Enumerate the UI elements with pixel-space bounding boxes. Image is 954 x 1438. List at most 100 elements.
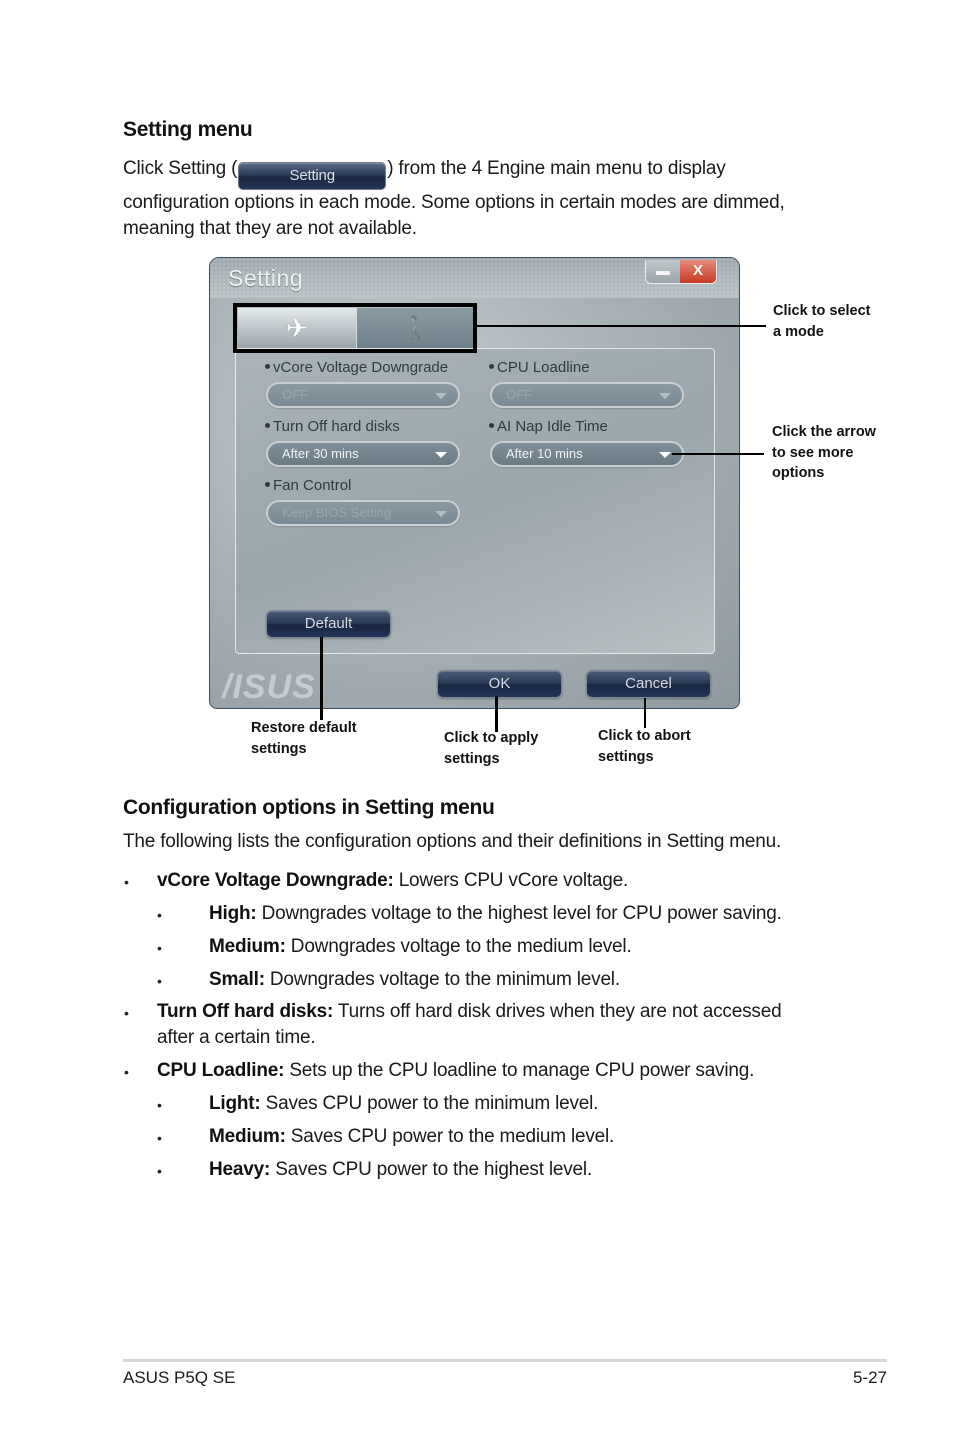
sub-item-medium: Medium: Downgrades voltage to the medium… (209, 934, 632, 960)
list-item-term: Medium: (209, 1126, 286, 1147)
setting-button-illustration: Setting (238, 162, 387, 190)
cancel-button[interactable]: Cancel (586, 670, 711, 698)
bullet-icon: • (157, 973, 162, 989)
option-label-text: AI Nap Idle Time (497, 418, 608, 435)
intro-text-before: Click Setting ( (123, 158, 238, 179)
dropdown-arrow-icon[interactable] (659, 393, 671, 399)
ok-button[interactable]: OK (437, 670, 562, 698)
callout-line-ok (495, 696, 498, 732)
callout-text: a mode (773, 323, 824, 340)
intro-line-3: meaning that they are not available. (123, 218, 417, 239)
section2-intro: The following lists the configuration op… (123, 831, 782, 852)
option-label-vcore: vCore Voltage Downgrade (265, 359, 448, 376)
option-label-cpu-loadline: CPU Loadline (489, 359, 590, 376)
callout-text: to see more (772, 444, 854, 461)
intro-paragraph: Click Setting (Setting) from the 4 Engin… (123, 156, 785, 242)
list-item-desc: Sets up the CPU loadline to manage CPU p… (284, 1060, 755, 1081)
option-label-turn-off-hard-disks: Turn Off hard disks (265, 418, 400, 435)
bullet-dot-icon (489, 364, 494, 369)
list-item-desc: Saves CPU power to the medium level. (285, 1126, 615, 1147)
option-label-ai-nap-idle-time: AI Nap Idle Time (489, 418, 608, 435)
callout-arrow-options: Click the arrow to see more options (772, 422, 876, 484)
list-item-term: Light: (209, 1093, 261, 1114)
cpu-loadline-dropdown[interactable]: OFF (490, 382, 684, 408)
list-item-desc: Saves CPU power to the minimum level. (260, 1093, 599, 1114)
bullet-icon: • (124, 1064, 129, 1080)
vcore-voltage-dropdown[interactable]: OFF (266, 382, 460, 408)
callout-text: Click the arrow (772, 424, 876, 440)
fan-control-dropdown[interactable]: Keep BIOS Setting (266, 500, 460, 526)
bullet-dot-icon (265, 482, 270, 487)
sub-item-light: Light: Saves CPU power to the minimum le… (209, 1091, 598, 1117)
callout-abort-settings: Click to abort settings (598, 726, 691, 767)
list-item-term: Turn Off hard disks: (157, 1001, 334, 1022)
list-item-desc: Downgrades voltage to the highest level … (256, 903, 782, 924)
dropdown-value: OFF (506, 387, 532, 402)
list-item-term: Small: (209, 969, 265, 990)
list-item-term: Heavy: (209, 1159, 271, 1180)
dropdown-arrow-icon[interactable] (435, 452, 447, 458)
minimize-button[interactable] (646, 260, 680, 283)
window-controls: X (645, 260, 717, 284)
option-label-text: CPU Loadline (497, 359, 590, 376)
section-heading-configuration-options: Configuration options in Setting menu (123, 796, 495, 819)
bullet-dot-icon (489, 423, 494, 428)
list-item-term: vCore Voltage Downgrade: (157, 870, 394, 891)
sub-item-high: High: Downgrades voltage to the highest … (209, 901, 782, 927)
callout-text: settings (598, 748, 654, 765)
footer-product-name: ASUS P5Q SE (123, 1368, 236, 1387)
bullet-icon: • (157, 1130, 162, 1146)
options-panel: vCore Voltage Downgrade OFF CPU Loadline… (235, 348, 715, 654)
dropdown-value: After 10 mins (506, 446, 583, 461)
callout-text: options (772, 465, 825, 481)
close-button[interactable]: X (680, 260, 716, 283)
bullet-icon: • (157, 907, 162, 923)
list-item-line: Turn Off hard disks: Turns off hard disk… (157, 999, 782, 1025)
callout-text: Click to apply (444, 730, 539, 746)
turn-off-hard-disks-dropdown[interactable]: After 30 mins (266, 441, 460, 467)
list-item-term: High: (209, 903, 257, 924)
bullet-icon: • (124, 1005, 129, 1021)
close-icon: X (692, 262, 703, 279)
option-label-fan-control: Fan Control (265, 477, 351, 494)
bullet-dot-icon (265, 423, 270, 428)
window-titlebar: Setting X (210, 258, 739, 298)
dropdown-arrow-icon[interactable] (435, 511, 447, 517)
callout-text: Click to abort (598, 728, 691, 744)
ai-nap-idle-time-dropdown[interactable]: After 10 mins (490, 441, 684, 467)
asus-logo: /ISUS (222, 668, 316, 706)
footer-page-number: 5-27 (852, 1368, 887, 1387)
list-item-turn-off-hard-disks: Turn Off hard disks: Turns off hard disk… (157, 999, 782, 1051)
list-item-term: Medium: (209, 936, 286, 957)
dropdown-value: After 30 mins (282, 446, 359, 461)
intro-text-after: ) from the 4 Engine main menu to display (387, 158, 726, 179)
option-label-text: Fan Control (273, 477, 352, 494)
option-label-text: Turn Off hard disks (273, 418, 400, 435)
default-button[interactable]: Default (266, 610, 391, 638)
bullet-icon: • (157, 940, 162, 956)
dropdown-arrow-icon[interactable] (659, 452, 671, 458)
intro-line-2: configuration options in each mode. Some… (123, 192, 785, 213)
intro-line-1: Click Setting (Setting) from the 4 Engin… (123, 156, 785, 190)
bullet-icon: • (157, 1163, 162, 1179)
dropdown-arrow-icon[interactable] (435, 393, 447, 399)
list-item-desc-continued: after a certain time. (157, 1027, 316, 1048)
callout-line-default (320, 637, 323, 720)
list-item-vcore: vCore Voltage Downgrade: Lowers CPU vCor… (157, 868, 628, 894)
footer-divider (123, 1359, 887, 1362)
callout-text: settings (251, 740, 307, 757)
list-item-desc: Downgrades voltage to the medium level. (285, 936, 632, 957)
callout-select-mode: Click to select a mode (773, 301, 871, 342)
option-label-text: vCore Voltage Downgrade (273, 359, 449, 376)
callout-line-arrow (672, 453, 764, 455)
callout-restore-default: Restore default settings (251, 718, 357, 759)
list-item-desc: Downgrades voltage to the minimum level. (264, 969, 620, 990)
callout-text: Restore default (251, 720, 357, 736)
minimize-icon (656, 271, 670, 275)
bullet-icon: • (157, 1097, 162, 1113)
sub-item-medium-loadline: Medium: Saves CPU power to the medium le… (209, 1124, 614, 1150)
bullet-dot-icon (265, 364, 270, 369)
callout-line-cancel (644, 698, 646, 728)
dropdown-value: Keep BIOS Setting (282, 505, 392, 520)
callout-text: Click to select (773, 303, 871, 319)
